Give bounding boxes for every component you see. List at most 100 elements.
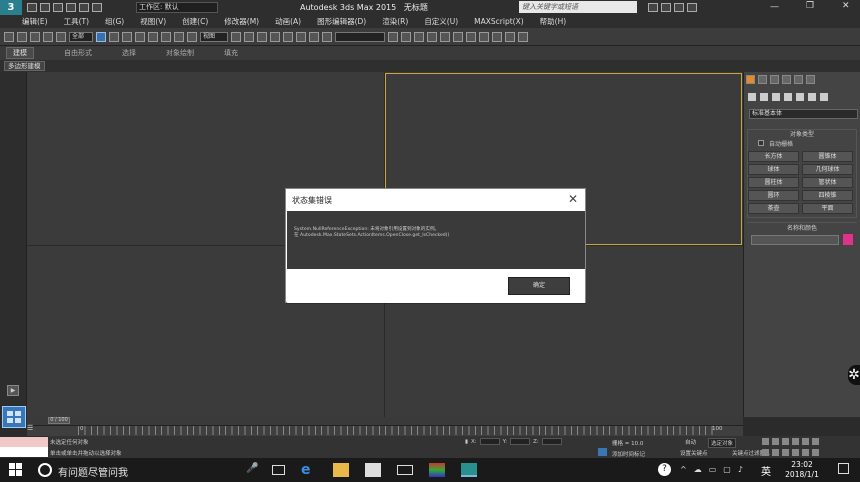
z-coordinate-field[interactable]	[541, 438, 562, 445]
render-setup-icon[interactable]	[479, 31, 489, 42]
link-icon[interactable]	[30, 31, 40, 42]
lights-icon[interactable]	[772, 93, 780, 101]
select-manipulate-icon[interactable]	[244, 31, 254, 42]
star-icon[interactable]	[674, 3, 684, 12]
spinner-snap-icon[interactable]	[309, 31, 319, 42]
setkey-label[interactable]: 设置关键点	[680, 449, 708, 457]
floating-widget-icon[interactable]: ✲	[848, 365, 860, 385]
open-file-icon[interactable]	[40, 3, 50, 12]
media-app-icon[interactable]	[429, 463, 445, 477]
ribbon-tab[interactable]: 对象绘制	[166, 48, 194, 58]
ok-button[interactable]: 确定	[508, 277, 570, 295]
ribbon-tab[interactable]: 填充	[224, 48, 238, 58]
task-view-icon[interactable]	[272, 465, 285, 475]
store-icon[interactable]	[365, 463, 381, 477]
menu-item[interactable]: 渲染(R)	[382, 16, 408, 27]
zoom-all-icon[interactable]	[772, 449, 779, 456]
create-tab-icon[interactable]	[746, 75, 755, 84]
rotate-icon[interactable]	[161, 31, 171, 42]
file-explorer-icon[interactable]	[333, 463, 349, 477]
dialog-close-icon[interactable]: ✕	[568, 192, 578, 206]
network-icon[interactable]: ▭	[709, 465, 717, 474]
modify-tab-icon[interactable]	[758, 75, 767, 84]
menu-item[interactable]: 工具(T)	[64, 16, 89, 27]
menu-item[interactable]: 图形编辑器(D)	[317, 16, 366, 27]
ime-indicator[interactable]: 英	[761, 463, 771, 478]
undo-tool-icon[interactable]	[4, 31, 14, 42]
pivot-icon[interactable]	[231, 31, 241, 42]
primitive-button[interactable]: 圆环	[748, 190, 799, 201]
undo-icon[interactable]	[66, 3, 76, 12]
helpers-icon[interactable]	[796, 93, 804, 101]
autokey-label[interactable]: 自动	[685, 438, 696, 446]
ribbon-tab[interactable]: 建模	[6, 47, 34, 59]
menu-item[interactable]: 修改器(M)	[224, 16, 259, 27]
primitive-button[interactable]: 圆锥体	[802, 151, 853, 162]
new-file-icon[interactable]	[27, 3, 37, 12]
x-coordinate-field[interactable]	[479, 438, 500, 445]
zoom-icon[interactable]	[762, 449, 769, 456]
unlink-icon[interactable]	[43, 31, 53, 42]
help-circle-icon[interactable]: ?	[658, 463, 671, 476]
help-icon[interactable]	[687, 3, 697, 12]
window-crossing-icon[interactable]	[135, 31, 145, 42]
menu-item[interactable]: 帮助(H)	[540, 16, 567, 27]
workspace-dropdown[interactable]: 工作区: 默认	[136, 2, 218, 13]
primitive-button[interactable]: 茶壶	[748, 203, 799, 214]
angle-snap-icon[interactable]	[283, 31, 293, 42]
shapes-icon[interactable]	[760, 93, 768, 101]
app-logo-icon[interactable]: 3	[0, 0, 22, 15]
monitor-icon[interactable]: ▢	[723, 465, 731, 474]
curve-editor-icon[interactable]	[440, 31, 450, 42]
cloud-icon[interactable]: ☁	[694, 465, 702, 474]
track-icon[interactable]: ☰	[27, 424, 41, 435]
fov-icon[interactable]	[792, 449, 799, 456]
reference-coord-dropdown[interactable]: 视图	[200, 31, 228, 42]
menu-item[interactable]: 动画(A)	[275, 16, 301, 27]
goto-start-icon[interactable]	[762, 438, 769, 445]
layer-icon[interactable]	[414, 31, 424, 42]
redo-icon[interactable]	[79, 3, 89, 12]
polygon-modeling-tab[interactable]: 多边形建模	[4, 61, 45, 71]
space-warps-icon[interactable]	[808, 93, 816, 101]
autogrid-checkbox[interactable]	[758, 140, 764, 146]
menu-item[interactable]: 创建(C)	[182, 16, 208, 27]
graphite-icon[interactable]	[427, 31, 437, 42]
menu-item[interactable]: 视图(V)	[140, 16, 166, 27]
systems-icon[interactable]	[820, 93, 828, 101]
notification-icon[interactable]	[838, 463, 849, 474]
ribbon-tab[interactable]: 选择	[122, 48, 136, 58]
minimize-button[interactable]: —	[770, 2, 779, 12]
ribbon-tab[interactable]: 自由形式	[64, 48, 92, 58]
maxscript-listener-bottom[interactable]	[0, 447, 48, 457]
primitive-button[interactable]: 球体	[748, 164, 799, 175]
y-coordinate-field[interactable]	[510, 438, 531, 445]
motion-tab-icon[interactable]	[782, 75, 791, 84]
taskbar-search-text[interactable]: 有问题尽管问我	[58, 464, 128, 479]
utilities-tab-icon[interactable]	[806, 75, 815, 84]
pan-icon[interactable]	[802, 449, 809, 456]
mail-icon[interactable]	[397, 465, 413, 475]
primitive-category-dropdown[interactable]: 标准基本体	[749, 109, 858, 119]
chevron-up-icon[interactable]: ^	[680, 465, 687, 474]
key-selection-dropdown[interactable]: 选定对象	[708, 438, 737, 448]
add-time-tag[interactable]: 添加时间标记	[612, 450, 645, 458]
geometry-icon[interactable]	[748, 93, 756, 101]
select-by-name-icon[interactable]	[109, 31, 119, 42]
search-icon[interactable]	[648, 3, 658, 12]
menu-item[interactable]: MAXScript(X)	[474, 17, 523, 26]
project-icon[interactable]	[92, 3, 102, 12]
object-type-header[interactable]: 对象类型	[747, 129, 857, 138]
snap-toggle-icon[interactable]	[270, 31, 280, 42]
orbit-icon[interactable]	[812, 449, 819, 456]
material-editor-icon[interactable]	[466, 31, 476, 42]
scale-icon[interactable]	[174, 31, 184, 42]
primitive-button[interactable]: 几何球体	[802, 164, 853, 175]
primitive-button[interactable]: 四棱锥	[802, 190, 853, 201]
primitive-button[interactable]: 管状体	[802, 177, 853, 188]
taskbar-clock[interactable]: 23:02 2018/1/1	[778, 460, 826, 480]
rect-selection-icon[interactable]	[122, 31, 132, 42]
object-name-field[interactable]	[751, 235, 839, 245]
account-icon[interactable]	[661, 3, 671, 12]
close-button[interactable]: ✕	[842, 1, 850, 11]
